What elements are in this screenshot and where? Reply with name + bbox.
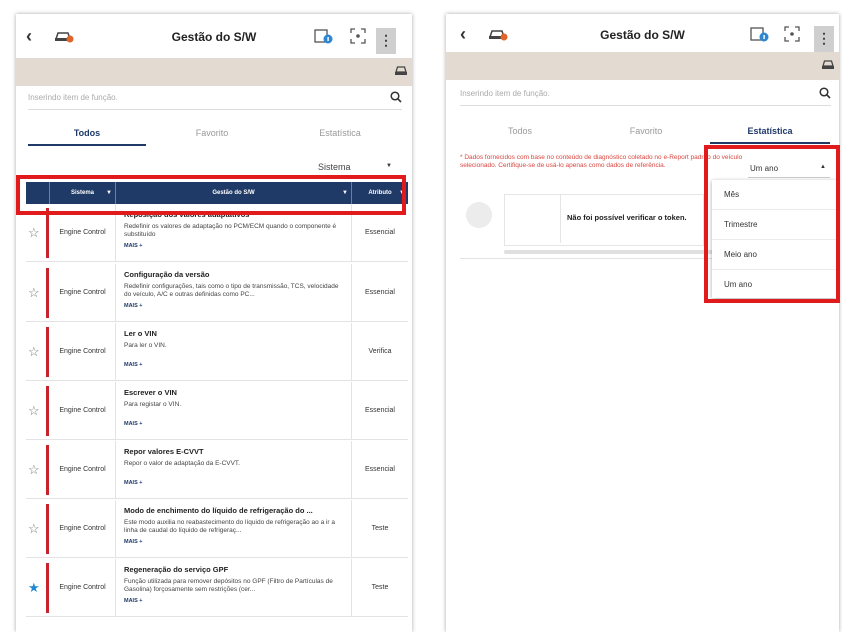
token-card: Não foi possível verificar o token. [504,194,704,246]
table-row[interactable]: ☆ Engine Control Repor valores E-CVVT Re… [26,441,408,499]
row-marker [46,208,49,258]
row-attribute: Teste [371,584,389,591]
scan-icon[interactable] [350,28,366,44]
vehicle-icon[interactable] [821,58,835,72]
more-link[interactable]: MAIS + [124,598,343,604]
system-filter-value: Sistema [318,162,351,172]
row-function-desc: Para registar o VIN. [124,401,182,408]
vehicle-banner [446,52,839,80]
tab-estatistica[interactable]: Estatística [278,120,402,146]
scan-icon[interactable] [784,26,800,42]
tab-estatistica[interactable]: Estatística [710,118,830,144]
search-input[interactable]: Inserindo item de função. [28,93,118,102]
row-function-name: Modo de enchimento do líquido de refrige… [124,506,313,515]
page-title: Gestão do S/W [600,28,685,42]
table-row[interactable]: ☆ Engine Control Ler o VIN Para ler o VI… [26,323,408,381]
row-system: Engine Control [50,559,116,617]
vehicle-banner [16,58,412,86]
star-icon[interactable]: ☆ [28,463,40,476]
row-marker [46,327,49,377]
more-vertical-icon[interactable]: ⋮ [376,28,396,54]
more-vertical-icon[interactable]: ⋮ [814,26,834,52]
row-function: Regeneração do serviço GPF Função utiliz… [116,559,352,617]
more-link[interactable]: MAIS + [124,362,343,368]
avatar [466,202,492,228]
search-bar[interactable]: Inserindo item de função. [460,84,831,106]
star-icon[interactable]: ☆ [28,522,40,535]
table-row[interactable]: ☆ Engine Control Modo de enchimento do l… [26,500,408,558]
table-row[interactable]: ★ Engine Control Regeneração do serviço … [26,559,408,617]
row-function-name: Configuração da versão [124,270,210,279]
row-system: Engine Control [50,323,116,381]
data-notice: * Dados fornecidos com base no conteúdo … [460,154,743,169]
row-function-name: Ler o VIN [124,329,157,338]
more-link[interactable]: MAIS + [124,243,343,249]
star-icon[interactable]: ☆ [28,404,40,417]
row-attribute: Teste [371,525,389,532]
token-message: Não foi possível verificar o token. [567,213,687,222]
row-function-desc: Função utilizada para remover depósitos … [124,578,333,593]
row-marker [46,504,49,554]
row-function-name: Escrever o VIN [124,388,177,397]
app-bar: ‹ Gestão do S/W ⋮ [16,14,412,58]
row-function: Ler o VIN Para ler o VIN. MAIS + [116,323,352,381]
row-marker [46,445,49,495]
star-icon[interactable]: ☆ [28,226,40,239]
row-function-desc: Para ler o VIN. [124,342,167,349]
vehicle-icon[interactable] [394,64,408,78]
row-attribute: Essencial [365,407,395,414]
row-attribute: Verifica [368,348,392,355]
row-marker [46,268,49,318]
row-function-desc: Redefinir configurações, tais como o tip… [124,283,339,298]
row-function-desc: Redefinir os valores de adaptação no PCM… [124,223,337,238]
more-link[interactable]: MAIS + [124,480,343,486]
row-system: Engine Control [50,441,116,499]
row-marker [46,386,49,436]
row-attribute: Essencial [365,289,395,296]
row-function-desc: Repor o valor de adaptação da E-CVVT. [124,460,240,467]
search-icon[interactable] [390,91,402,103]
table-row[interactable]: ☆ Engine Control Escrever o VIN Para reg… [26,382,408,440]
row-system: Engine Control [50,264,116,322]
row-function-name: Regeneração do serviço GPF [124,565,229,574]
row-function: Modo de enchimento do líquido de refrige… [116,500,352,558]
table-row[interactable]: ☆ Engine Control Configuração da versão … [26,264,408,322]
tab-favorito[interactable]: Favorito [152,120,272,146]
star-icon[interactable]: ☆ [28,345,40,358]
row-function: Configuração da versão Redefinir configu… [116,264,352,322]
row-function-desc: Este modo auxilia no reabastecimento do … [124,519,336,534]
star-filled-icon[interactable]: ★ [28,581,40,594]
row-system: Engine Control [50,382,116,440]
tab-favorito[interactable]: Favorito [586,118,706,144]
caret-down-icon: ▼ [386,163,392,169]
row-system: Engine Control [50,500,116,558]
search-icon[interactable] [819,87,831,99]
more-link[interactable]: MAIS + [124,303,343,309]
more-link[interactable]: MAIS + [124,539,343,545]
info-icon[interactable] [314,28,334,44]
star-icon[interactable]: ☆ [28,286,40,299]
card-image-placeholder [505,195,561,243]
left-screen: ‹ Gestão do S/W ⋮ Inserindo item de funç… [16,14,412,632]
tab-bar: Todos Favorito Estatística [26,120,402,146]
system-filter-dropdown[interactable]: Sistema ▼ [314,158,396,176]
search-bar[interactable]: Inserindo item de função. [28,88,402,110]
tab-todos[interactable]: Todos [460,118,580,144]
row-function: Escrever o VIN Para registar o VIN. MAIS… [116,382,352,440]
row-attribute: Essencial [365,466,395,473]
tab-bar: Todos Favorito Estatística [460,118,831,144]
more-link[interactable]: MAIS + [124,421,343,427]
screen: ‹ Gestão do S/W ⋮ Inserindo item de funç… [0,0,842,632]
search-input[interactable]: Inserindo item de função. [460,89,550,98]
highlight-box-table-header [16,175,406,215]
tab-todos[interactable]: Todos [28,120,146,146]
row-marker [46,563,49,613]
right-screen: ‹ Gestão do S/W ⋮ Inserindo item de funç… [446,14,839,632]
row-function-name: Repor valores E-CVVT [124,447,204,456]
highlight-box-period-dropdown [704,145,840,303]
info-icon[interactable] [750,26,770,42]
row-function: Repor valores E-CVVT Repor o valor de ad… [116,441,352,499]
